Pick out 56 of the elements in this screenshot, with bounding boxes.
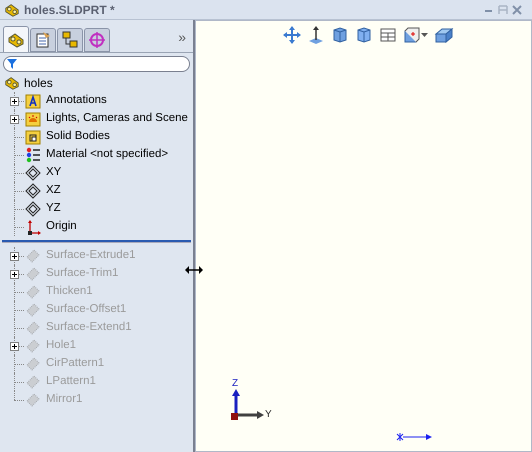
normal-to-icon[interactable] xyxy=(307,26,325,44)
feature-icon xyxy=(25,302,41,318)
tree-item[interactable]: XY xyxy=(45,164,62,182)
dropdown-caret-icon[interactable] xyxy=(421,32,428,38)
origin-icon xyxy=(25,219,41,235)
expand-button[interactable] xyxy=(10,270,18,278)
expand-button[interactable] xyxy=(10,342,18,350)
axis-label: Y xyxy=(265,410,272,420)
folder-icon xyxy=(25,93,41,109)
origin-marker-icon xyxy=(396,433,432,441)
feature-icon xyxy=(25,392,41,408)
cube-icon[interactable] xyxy=(331,26,349,44)
part-icon xyxy=(7,30,25,48)
folder-icon xyxy=(25,111,41,127)
plane-icon xyxy=(25,183,41,199)
feature-icon xyxy=(25,356,41,372)
feature-icon xyxy=(25,338,41,354)
tree-item[interactable]: Material <not specified> xyxy=(45,146,168,164)
panel-tab[interactable] xyxy=(30,28,56,52)
feature-icon xyxy=(25,374,41,390)
tree-item[interactable]: Annotations xyxy=(45,92,107,110)
cube-icon[interactable] xyxy=(355,26,373,44)
tree-item[interactable]: Solid Bodies xyxy=(45,128,110,146)
tree-root[interactable]: holes xyxy=(24,74,53,92)
expand-button[interactable] xyxy=(10,96,18,106)
shaded-box-icon[interactable] xyxy=(434,26,454,44)
panel-tab[interactable] xyxy=(57,28,83,52)
more-tabs-button[interactable]: » xyxy=(178,27,190,52)
part-icon xyxy=(4,2,20,18)
feature-icon xyxy=(25,320,41,336)
pan-icon[interactable] xyxy=(283,26,301,44)
expand-button[interactable] xyxy=(10,114,18,124)
tree-item[interactable]: Origin xyxy=(45,218,77,236)
tree-item[interactable]: Lights, Cameras and Scene xyxy=(45,110,188,128)
tree-item[interactable]: XZ xyxy=(45,182,61,200)
crosshair-icon xyxy=(88,31,106,49)
property-sheet-icon xyxy=(34,31,52,49)
feature-icon xyxy=(25,284,41,300)
grid-view-icon[interactable] xyxy=(379,26,397,44)
part-icon xyxy=(4,75,20,91)
section-view-icon[interactable] xyxy=(403,26,421,44)
plane-icon xyxy=(25,165,41,181)
filter-icon xyxy=(7,59,17,69)
expand-button[interactable] xyxy=(10,252,18,260)
feature-icon xyxy=(25,266,41,282)
filter-field[interactable] xyxy=(3,56,190,72)
configuration-icon xyxy=(61,31,79,49)
folder-icon xyxy=(25,129,41,145)
panel-tab[interactable] xyxy=(3,26,29,52)
material-icon xyxy=(25,147,41,163)
resize-cursor-icon xyxy=(184,265,204,275)
axis-label: Z xyxy=(232,379,238,389)
tree-item[interactable]: YZ xyxy=(45,200,61,218)
window-title: holes.SLDPRT * xyxy=(24,2,115,18)
feature-icon xyxy=(25,248,41,264)
plane-icon xyxy=(25,201,41,217)
